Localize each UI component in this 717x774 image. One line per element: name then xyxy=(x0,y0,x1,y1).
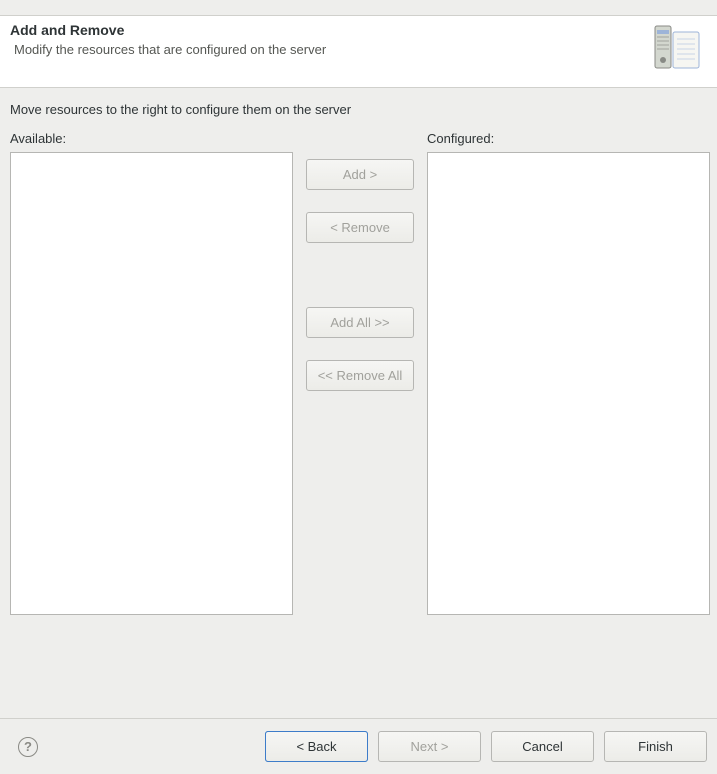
wizard-content: Move resources to the right to configure… xyxy=(0,88,717,625)
available-column: Available: xyxy=(10,131,293,615)
help-glyph: ? xyxy=(24,739,32,754)
page-subtitle: Modify the resources that are configured… xyxy=(10,42,326,57)
available-listbox[interactable] xyxy=(10,152,293,615)
cancel-button[interactable]: Cancel xyxy=(491,731,594,762)
configured-label: Configured: xyxy=(427,131,710,146)
transfer-buttons: Add > < Remove Add All >> << Remove All xyxy=(293,131,427,391)
wizard-header: Add and Remove Modify the resources that… xyxy=(0,16,717,88)
add-all-button[interactable]: Add All >> xyxy=(306,307,414,338)
help-icon[interactable]: ? xyxy=(18,737,38,757)
footer-buttons: < Back Next > Cancel Finish xyxy=(265,731,707,762)
back-button[interactable]: < Back xyxy=(265,731,368,762)
title-bar-strip xyxy=(0,0,717,16)
finish-button[interactable]: Finish xyxy=(604,731,707,762)
server-resources-icon xyxy=(651,22,707,72)
configured-listbox[interactable] xyxy=(427,152,710,615)
dual-list-container: Available: Add > < Remove Add All >> << … xyxy=(10,131,707,615)
wizard-footer: ? < Back Next > Cancel Finish xyxy=(0,718,717,774)
remove-all-button[interactable]: << Remove All xyxy=(306,360,414,391)
instruction-text: Move resources to the right to configure… xyxy=(10,102,707,117)
configured-column: Configured: xyxy=(427,131,710,615)
add-button[interactable]: Add > xyxy=(306,159,414,190)
header-text-block: Add and Remove Modify the resources that… xyxy=(10,22,326,57)
page-title: Add and Remove xyxy=(10,22,326,38)
next-button[interactable]: Next > xyxy=(378,731,481,762)
remove-button[interactable]: < Remove xyxy=(306,212,414,243)
available-label: Available: xyxy=(10,131,293,146)
